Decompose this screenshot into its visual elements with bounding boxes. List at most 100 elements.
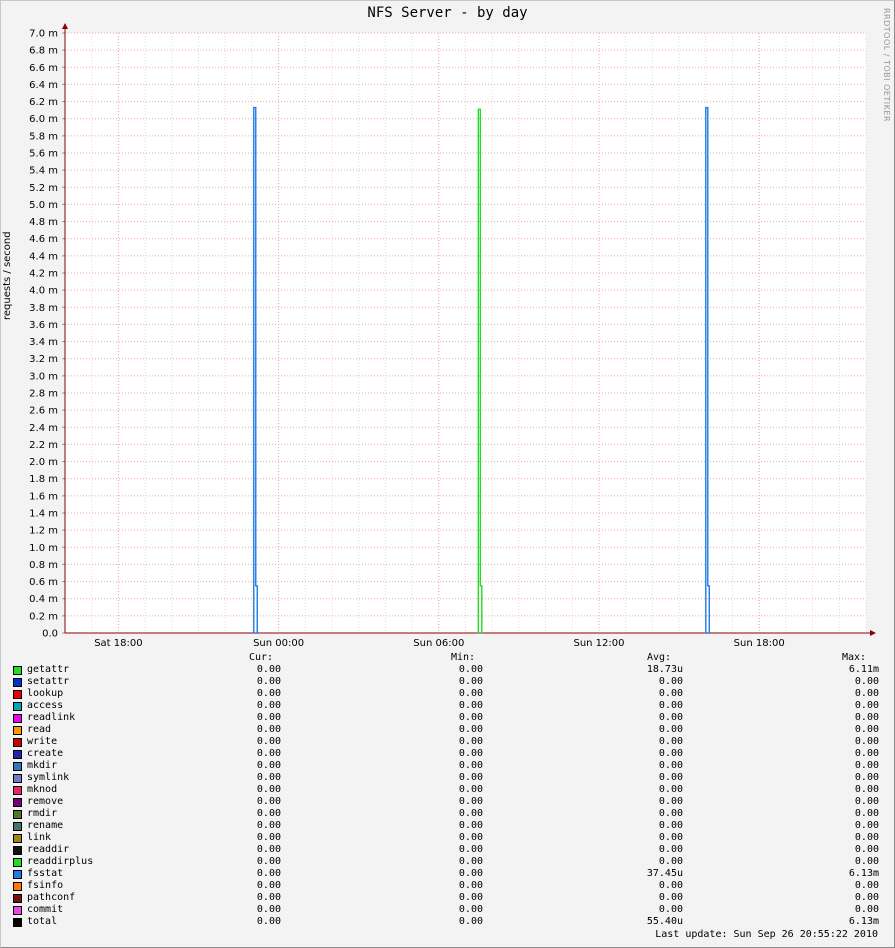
legend-avg-value: 0.00 xyxy=(658,772,683,783)
legend-row-rmdir: rmdir 0.00 0.00 0.00 0.00 xyxy=(13,808,883,820)
legend-series-name: create xyxy=(27,748,64,759)
legend-cur-value: 0.00 xyxy=(256,832,281,843)
legend-cur-value: 0.00 xyxy=(256,808,281,819)
legend-max-value: 0.00 xyxy=(854,832,879,843)
x-tick-label: Sat 18:00 xyxy=(94,638,142,649)
y-tick-label: 0.2 m xyxy=(29,611,58,622)
y-tick-label: 2.0 m xyxy=(29,457,58,468)
legend-series-name: read xyxy=(27,724,52,735)
legend-row-readdir: readdir 0.00 0.00 0.00 0.00 xyxy=(13,844,883,856)
legend-max-value: 0.00 xyxy=(854,904,879,915)
legend-max-value: 6.13m xyxy=(848,916,879,927)
legend-series-name: lookup xyxy=(27,688,64,699)
legend-row-setattr: setattr 0.00 0.00 0.00 0.00 xyxy=(13,676,883,688)
legend-max-value: 0.00 xyxy=(854,880,879,891)
legend-min-value: 0.00 xyxy=(458,820,483,831)
legend-header-min: Min: xyxy=(451,652,476,663)
legend-row-symlink: symlink 0.00 0.00 0.00 0.00 xyxy=(13,772,883,784)
y-tick-label: 0.0 xyxy=(42,629,58,640)
y-tick-label: 3.2 m xyxy=(29,354,58,365)
legend-swatch xyxy=(13,666,22,675)
legend-min-value: 0.00 xyxy=(458,868,483,879)
y-axis-arrow xyxy=(62,23,68,29)
y-tick-label: 5.4 m xyxy=(29,166,58,177)
legend-swatch xyxy=(13,846,22,855)
legend-series-name: total xyxy=(27,916,58,927)
legend-row-rename: rename 0.00 0.00 0.00 0.00 xyxy=(13,820,883,832)
legend-min-value: 0.00 xyxy=(458,700,483,711)
legend-max-value: 0.00 xyxy=(854,760,879,771)
legend-max-value: 0.00 xyxy=(854,688,879,699)
legend-avg-value: 0.00 xyxy=(658,784,683,795)
y-tick-label: 1.8 m xyxy=(29,474,58,485)
y-tick-label: 6.0 m xyxy=(29,114,58,125)
legend-row-readdirplus: readdirplus 0.00 0.00 0.00 0.00 xyxy=(13,856,883,868)
legend-max-value: 0.00 xyxy=(854,808,879,819)
legend-cur-value: 0.00 xyxy=(256,820,281,831)
legend-avg-value: 0.00 xyxy=(658,760,683,771)
legend-swatch xyxy=(13,810,22,819)
legend-series-name: readdir xyxy=(27,844,70,855)
legend-row-commit: commit 0.00 0.00 0.00 0.00 xyxy=(13,904,883,916)
legend-swatch xyxy=(13,858,22,867)
legend-min-value: 0.00 xyxy=(458,748,483,759)
legend-row-getattr: getattr 0.00 0.00 18.73u 6.11m xyxy=(13,664,883,676)
y-tick-label: 0.8 m xyxy=(29,560,58,571)
legend-swatch xyxy=(13,726,22,735)
y-tick-label: 5.0 m xyxy=(29,200,58,211)
legend-series-name: fsstat xyxy=(27,868,64,879)
legend-max-value: 0.00 xyxy=(854,712,879,723)
legend-max-value: 0.00 xyxy=(854,772,879,783)
x-tick-label: Sun 06:00 xyxy=(413,638,464,649)
y-tick-label: 6.4 m xyxy=(29,80,58,91)
legend-cur-value: 0.00 xyxy=(256,712,281,723)
legend-min-value: 0.00 xyxy=(458,664,483,675)
legend-avg-value: 0.00 xyxy=(658,796,683,807)
legend-series-name: rmdir xyxy=(27,808,58,819)
legend-row-fsinfo: fsinfo 0.00 0.00 0.00 0.00 xyxy=(13,880,883,892)
legend-series-name: getattr xyxy=(27,664,70,675)
legend-swatch xyxy=(13,870,22,879)
legend-swatch xyxy=(13,690,22,699)
y-tick-label: 2.6 m xyxy=(29,406,58,417)
legend-avg-value: 0.00 xyxy=(658,724,683,735)
legend-avg-value: 0.00 xyxy=(658,880,683,891)
legend-min-value: 0.00 xyxy=(458,736,483,747)
legend-min-value: 0.00 xyxy=(458,844,483,855)
y-tick-label: 3.6 m xyxy=(29,320,58,331)
legend-min-value: 0.00 xyxy=(458,712,483,723)
legend-row-link: link 0.00 0.00 0.00 0.00 xyxy=(13,832,883,844)
legend-cur-value: 0.00 xyxy=(256,676,281,687)
legend-max-value: 0.00 xyxy=(854,844,879,855)
y-tick-label: 4.8 m xyxy=(29,217,58,228)
legend-avg-value: 0.00 xyxy=(658,844,683,855)
legend-avg-value: 0.00 xyxy=(658,808,683,819)
legend-row-mkdir: mkdir 0.00 0.00 0.00 0.00 xyxy=(13,760,883,772)
y-tick-label: 7.0 m xyxy=(29,29,58,40)
legend-min-value: 0.00 xyxy=(458,796,483,807)
last-update: Last update: Sun Sep 26 20:55:22 2010 xyxy=(655,929,878,940)
legend-avg-value: 0.00 xyxy=(658,688,683,699)
legend-header-avg: Avg: xyxy=(647,652,672,663)
legend-max-value: 0.00 xyxy=(854,748,879,759)
legend-cur-value: 0.00 xyxy=(256,700,281,711)
legend-min-value: 0.00 xyxy=(458,904,483,915)
legend-series-name: setattr xyxy=(27,676,70,687)
legend-avg-value: 0.00 xyxy=(658,736,683,747)
legend-avg-value: 18.73u xyxy=(646,664,683,675)
y-tick-label: 2.8 m xyxy=(29,389,58,400)
x-tick-label: Sun 12:00 xyxy=(573,638,624,649)
legend-avg-value: 0.00 xyxy=(658,892,683,903)
legend-max-value: 0.00 xyxy=(854,700,879,711)
legend-cur-value: 0.00 xyxy=(256,844,281,855)
x-tick-label: Sun 00:00 xyxy=(253,638,304,649)
legend-swatch xyxy=(13,774,22,783)
legend-series-name: rename xyxy=(27,820,64,831)
legend-series-name: readdirplus xyxy=(27,856,94,867)
legend-avg-value: 37.45u xyxy=(646,868,683,879)
legend-avg-value: 0.00 xyxy=(658,748,683,759)
legend-swatch xyxy=(13,738,22,747)
legend-cur-value: 0.00 xyxy=(256,784,281,795)
legend-swatch xyxy=(13,906,22,915)
y-tick-label: 6.2 m xyxy=(29,97,58,108)
